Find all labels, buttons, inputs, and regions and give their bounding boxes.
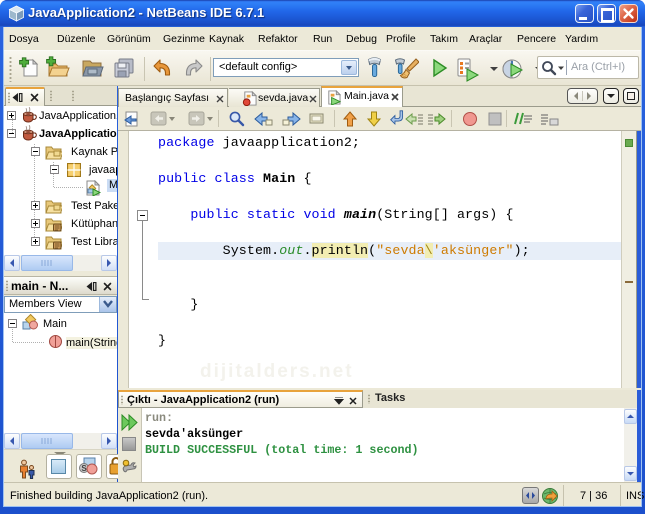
svg-text:S: S	[81, 464, 87, 473]
